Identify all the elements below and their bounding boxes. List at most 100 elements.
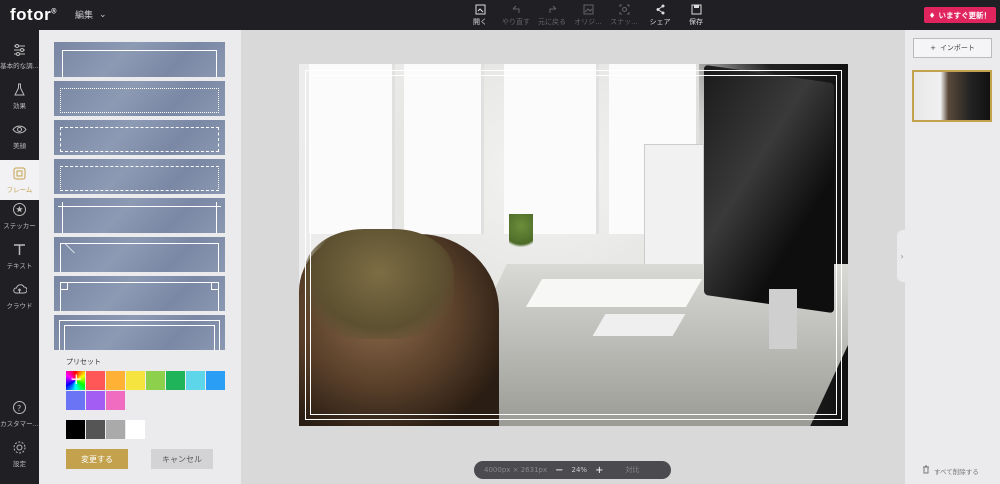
fotor-logo[interactable]: fotor®	[10, 5, 57, 25]
color-swatch[interactable]	[166, 371, 185, 390]
rail-item-gear[interactable]: 設定	[0, 440, 39, 468]
rail-item-label: カスタマー...	[0, 420, 39, 428]
apply-button[interactable]: 変更する	[66, 449, 128, 469]
frame-panel: プリセット 変更する キャンセル	[39, 30, 241, 484]
text-icon	[14, 244, 25, 255]
gear-icon	[13, 441, 26, 454]
delete-all-label: すべて削除する	[934, 467, 979, 476]
frame-option-2[interactable]	[54, 81, 225, 116]
image-size: 4000px × 2631px	[484, 466, 548, 474]
toolbar-label: 元に戻る	[538, 18, 566, 26]
rail-item-label: フレーム	[6, 186, 33, 194]
frame-option-5[interactable]	[54, 198, 225, 233]
diamond-icon: ♦	[928, 10, 936, 20]
toolbar: 開く やり直す 元に戻る オリジ... スナッ... シェア 保存	[462, 4, 714, 27]
toolbar-original-button[interactable]: オリジ...	[570, 4, 606, 27]
toolbar-label: シェア	[649, 18, 671, 26]
share-icon	[656, 4, 664, 15]
rail-item-cloud[interactable]: クラウド	[0, 282, 39, 310]
rail-item-label: クラウド	[6, 302, 33, 310]
toolbar-share-button[interactable]: シェア	[642, 4, 678, 27]
frame-list[interactable]	[54, 42, 225, 377]
color-swatch[interactable]	[186, 371, 205, 390]
color-swatch[interactable]	[86, 391, 105, 410]
svg-text:?: ?	[17, 404, 21, 413]
original-icon	[583, 4, 593, 15]
frame-option-3[interactable]	[54, 120, 225, 155]
zoom-level: 24%	[571, 466, 588, 474]
compare-button[interactable]: 対比	[625, 465, 639, 475]
cloud-icon	[13, 284, 27, 294]
right-panel: + インポート すべて削除する	[905, 30, 1000, 484]
toolbar-label: オリジ...	[574, 18, 602, 26]
rail-item-flask[interactable]: 効果	[0, 82, 39, 110]
edit-menu[interactable]: 編集 ⌄	[75, 8, 107, 22]
zoom-out-button[interactable]: −	[555, 465, 563, 476]
snapshot-icon	[619, 4, 629, 15]
undo-icon	[512, 5, 519, 13]
color-swatch[interactable]	[106, 371, 125, 390]
frame-option-4[interactable]	[54, 159, 225, 194]
toolbar-label: 開く	[473, 18, 487, 26]
frame-inner-line	[310, 75, 837, 415]
top-bar: fotor® 編集 ⌄ 開く やり直す 元に戻る オリジ... スナッ... シェア 保存 …	[0, 0, 1000, 30]
upgrade-button[interactable]: ♦ いますぐ更新！	[923, 7, 996, 23]
left-rail: 基本的な調... 効果 美顔 フレーム ステッカー テキスト クラウド? カスタマー... 設定	[0, 30, 39, 484]
frame-option-1[interactable]	[54, 42, 225, 77]
zoom-in-button[interactable]: +	[595, 465, 603, 476]
chevron-down-icon: ⌄	[99, 9, 107, 20]
sliders-icon	[14, 44, 25, 56]
rail-item-label: 効果	[13, 102, 26, 110]
toolbar-label: やり直す	[502, 18, 530, 26]
gray-swatch[interactable]	[126, 420, 145, 439]
eye-icon	[12, 125, 27, 134]
gray-swatch[interactable]	[66, 420, 85, 439]
toolbar-label: スナッ...	[610, 18, 638, 26]
delete-all-button[interactable]: すべて削除する	[922, 465, 979, 476]
rail-item-eye[interactable]: 美顔	[0, 122, 39, 150]
color-swatch[interactable]	[106, 391, 125, 410]
color-swatches	[66, 370, 226, 410]
plus-icon: +	[930, 44, 936, 52]
rail-item-text[interactable]: テキスト	[0, 242, 39, 270]
rail-item-label: 基本的な調...	[0, 62, 39, 70]
color-swatch[interactable]	[146, 371, 165, 390]
rail-item-label: テキスト	[6, 262, 33, 270]
image-thumbnail[interactable]	[912, 70, 992, 122]
flask-icon	[14, 83, 25, 96]
toolbar-redo-button[interactable]: 元に戻る	[534, 4, 570, 27]
photo-canvas[interactable]	[299, 64, 848, 426]
import-label: インポート	[939, 44, 975, 52]
toolbar-open-button[interactable]: 開く	[462, 4, 498, 27]
gray-swatch[interactable]	[106, 420, 125, 439]
frame-option-6[interactable]	[54, 237, 225, 272]
redo-icon	[549, 5, 556, 13]
gray-swatches	[66, 420, 145, 439]
rail-item-frame[interactable]: フレーム	[0, 160, 39, 200]
frame-option-8[interactable]	[54, 315, 225, 350]
trash-icon	[922, 465, 930, 476]
rail-item-help[interactable]: ? カスタマー...	[0, 400, 39, 428]
rail-item-sliders[interactable]: 基本的な調...	[0, 42, 39, 70]
toolbar-label: 保存	[689, 18, 703, 26]
toolbar-save-button[interactable]: 保存	[678, 4, 714, 27]
color-swatch[interactable]	[126, 371, 145, 390]
sticker-icon	[13, 203, 26, 216]
import-button[interactable]: + インポート	[913, 38, 992, 58]
toolbar-snapshot-button[interactable]: スナッ...	[606, 4, 642, 27]
toolbar-undo-button[interactable]: やり直す	[498, 4, 534, 27]
open-icon	[475, 4, 485, 15]
color-swatch[interactable]	[86, 371, 105, 390]
edit-menu-label: 編集	[75, 11, 94, 21]
color-swatch[interactable]	[206, 371, 225, 390]
help-icon: ?	[13, 401, 26, 414]
zoom-bar: 4000px × 2631px − 24% + 対比	[474, 461, 671, 479]
custom-color-button[interactable]	[66, 370, 85, 390]
frame-option-7[interactable]	[54, 276, 225, 311]
rail-item-sticker[interactable]: ステッカー	[0, 202, 39, 230]
cancel-button[interactable]: キャンセル	[151, 449, 213, 469]
gray-swatch[interactable]	[86, 420, 105, 439]
rail-item-label: ステッカー	[3, 222, 36, 230]
rail-item-label: 設定	[13, 460, 26, 468]
color-swatch[interactable]	[66, 391, 85, 410]
